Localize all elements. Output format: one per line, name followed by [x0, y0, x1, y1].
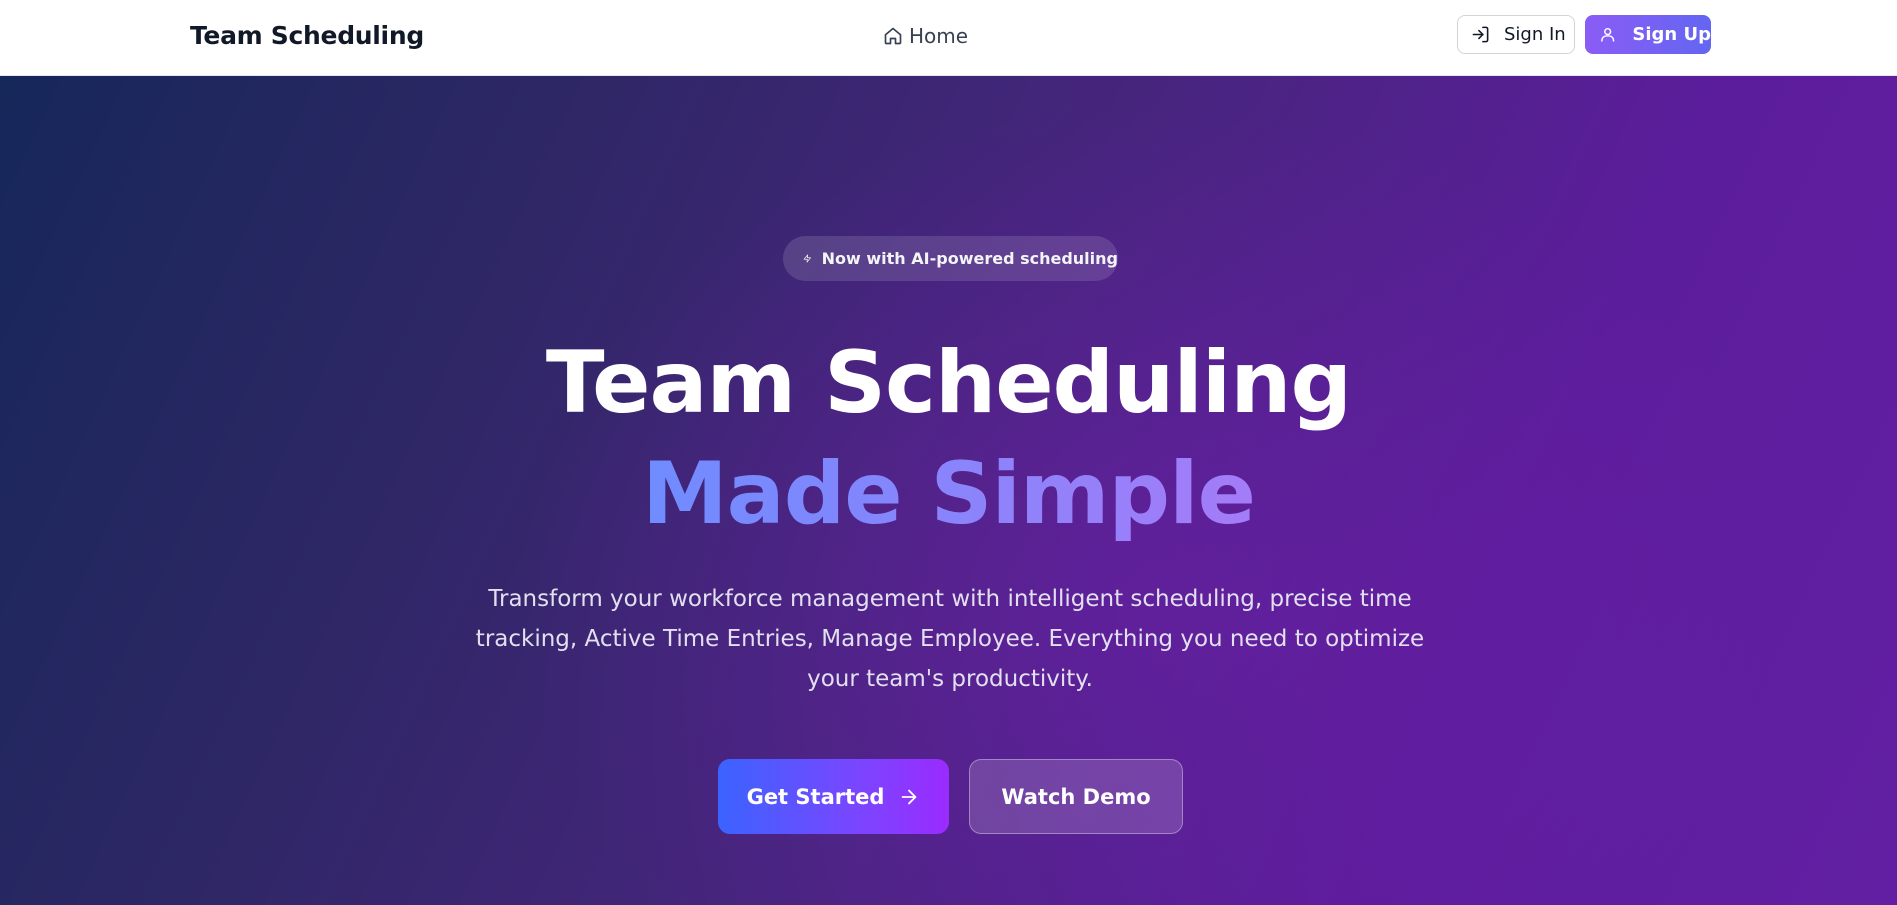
sign-in-button[interactable]: Sign In: [1457, 15, 1575, 54]
get-started-button[interactable]: Get Started: [718, 759, 949, 834]
arrow-right-icon: [902, 789, 917, 804]
log-in-icon: [1472, 26, 1489, 43]
sign-up-button[interactable]: Sign Up: [1585, 15, 1711, 54]
hero-headline-line-2: Made Simple: [0, 439, 1897, 549]
user-icon: [1601, 27, 1615, 42]
get-started-label: Get Started: [746, 784, 885, 809]
home-icon: [884, 27, 902, 45]
sign-in-label: Sign In: [1504, 24, 1566, 45]
nav-link-home-label: Home: [909, 24, 969, 48]
nav-link-home[interactable]: Home: [883, 23, 968, 49]
hero-subtitle: Transform your workforce management with…: [475, 586, 1425, 692]
top-navbar: Team Scheduling Home Sign In Sign Up: [0, 0, 1897, 76]
announcement-badge: Now with AI-powered scheduling: [783, 236, 1118, 281]
announcement-badge-text: Now with AI-powered scheduling: [821, 249, 1118, 268]
zap-icon: [803, 254, 811, 263]
watch-demo-button[interactable]: Watch Demo: [969, 759, 1183, 834]
hero-headline-accent: Made Simple: [642, 444, 1256, 544]
watch-demo-label: Watch Demo: [1001, 784, 1151, 809]
hero-section: Now with AI-powered scheduling Team Sche…: [0, 76, 1897, 905]
hero-headline-line-1: Team Scheduling: [545, 333, 1352, 433]
brand-title[interactable]: Team Scheduling: [190, 21, 424, 50]
sign-up-label: Sign Up: [1632, 24, 1711, 45]
